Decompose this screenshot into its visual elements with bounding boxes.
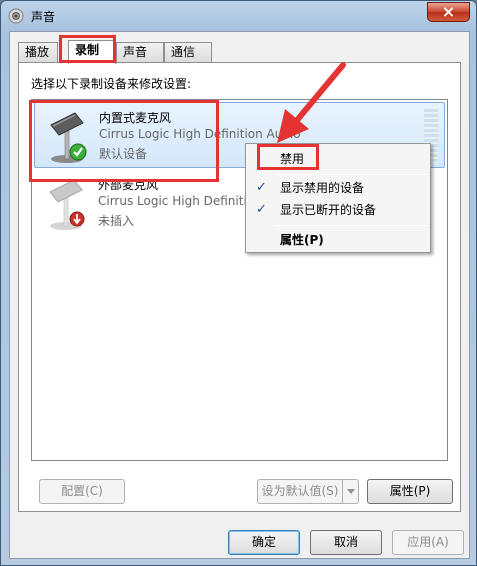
menu-item-show-disconnected[interactable]: ✓ 显示已断开的设备 — [248, 199, 428, 221]
configure-button[interactable]: 配置(C) — [39, 479, 125, 504]
device-status: 未插入 — [98, 214, 135, 228]
properties-button[interactable]: 属性(P) — [367, 479, 453, 504]
menu-item-label: 属性(P) — [280, 233, 324, 247]
apply-button[interactable]: 应用(A) — [392, 530, 464, 555]
tab-sounds[interactable]: 声音 — [116, 42, 164, 62]
close-button[interactable]: × — [427, 2, 470, 22]
menu-item-label: 显示已断开的设备 — [280, 203, 377, 217]
annotation-box-recording-tab — [59, 35, 116, 63]
instruction-label: 选择以下录制设备来修改设置: — [31, 77, 192, 91]
annotation-box-device — [29, 100, 219, 182]
menu-separator — [276, 174, 428, 175]
ok-button[interactable]: 确定 — [228, 530, 300, 555]
tab-playback[interactable]: 播放 — [18, 42, 58, 62]
set-default-button[interactable]: 设为默认值(S) — [257, 479, 359, 504]
annotation-arrow-icon — [277, 62, 346, 143]
title-bar[interactable]: 声音 × — [1, 1, 476, 31]
chevron-down-icon[interactable] — [342, 480, 358, 503]
close-icon: × — [441, 2, 456, 21]
set-default-label: 设为默认值(S) — [261, 484, 339, 498]
microphone-disconnected-icon — [49, 179, 85, 230]
checkmark-icon: ✓ — [256, 180, 267, 195]
window-title: 声音 — [31, 10, 56, 24]
menu-item-properties[interactable]: 属性(P) — [248, 229, 428, 251]
menu-separator — [276, 225, 428, 226]
menu-item-show-disabled[interactable]: ✓ 显示禁用的设备 — [248, 177, 428, 199]
checkmark-icon: ✓ — [256, 202, 267, 217]
sound-dialog: 声音 × 播放 录制 声音 通信 选择以下录制设备来修改设置: 内置式麦克风 C… — [0, 0, 477, 566]
speaker-icon — [8, 8, 24, 24]
menu-item-label: 显示禁用的设备 — [280, 181, 365, 195]
tab-communications[interactable]: 通信 — [164, 42, 212, 62]
cancel-button[interactable]: 取消 — [310, 530, 382, 555]
